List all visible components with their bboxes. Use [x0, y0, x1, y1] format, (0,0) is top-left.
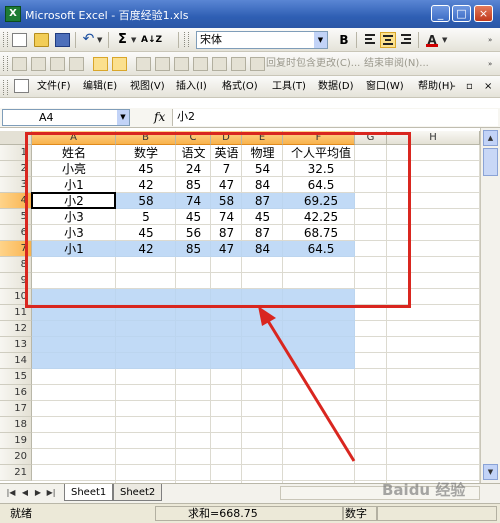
menu-file[interactable]: 文件(F)	[37, 79, 71, 95]
menu-data[interactable]: 数据(D)	[318, 79, 354, 95]
toolbar-separator	[356, 32, 357, 48]
next-sheet-icon[interactable]: ▶	[33, 487, 43, 499]
save-icon[interactable]	[55, 33, 70, 47]
toolbar-separator	[418, 32, 419, 48]
menu-bar: 文件(F) 编辑(E) 视图(V) 插入(I) 格式(O) 工具(T) 数据(D…	[0, 76, 500, 98]
status-bar: 就绪 求和=668.75 数字	[0, 503, 500, 523]
review-icon[interactable]	[50, 57, 65, 71]
toolbar-separator	[75, 32, 76, 48]
prev-sheet-icon[interactable]: ◀	[20, 487, 30, 499]
excel-icon: X	[5, 6, 21, 22]
name-box[interactable]: A4 ▼	[2, 109, 130, 126]
maximize-button[interactable]: □	[452, 5, 471, 22]
scroll-up-icon[interactable]: ▲	[483, 130, 498, 146]
vertical-scrollbar[interactable]: ▲ ▼	[480, 128, 500, 483]
undo-icon[interactable]: ↶	[81, 32, 96, 47]
menu-window[interactable]: 窗口(W)	[366, 79, 404, 95]
chevron-down-icon[interactable]: ▼	[314, 32, 327, 48]
restore-down-icon[interactable]: -	[452, 79, 456, 95]
restore-window-icon[interactable]: ▫	[466, 79, 473, 95]
menu-edit[interactable]: 编辑(E)	[83, 79, 117, 95]
reviewing-toolbar: 回复时包含更改(C)... 结束审阅(N)... »	[0, 52, 500, 76]
review-icon[interactable]	[212, 57, 227, 71]
review-icon[interactable]	[231, 57, 246, 71]
font-color-button[interactable]: A	[424, 32, 440, 48]
close-workbook-icon[interactable]: ×	[484, 79, 492, 95]
open-folder-icon[interactable]	[34, 33, 49, 47]
status-empty-panel	[377, 506, 497, 521]
window-title: Microsoft Excel - 百度经验1.xls	[25, 9, 189, 22]
menu-help[interactable]: 帮助(H)	[418, 79, 453, 95]
review-icon[interactable]	[31, 57, 46, 71]
formula-bar: A4 ▼ fx 小2	[0, 108, 500, 128]
scroll-thumb[interactable]	[483, 148, 498, 176]
scroll-down-icon[interactable]: ▼	[483, 464, 498, 480]
formula-input[interactable]: 小2	[172, 109, 498, 126]
accept-change-icon[interactable]	[112, 57, 127, 71]
toolbar-grip[interactable]	[3, 80, 8, 95]
toolbar-grip[interactable]	[184, 32, 189, 47]
status-mode: 数字	[345, 507, 367, 520]
font-name-select[interactable]: 宋体 ▼	[196, 31, 328, 49]
align-right-button[interactable]	[398, 32, 414, 48]
autosum-icon[interactable]: Σ	[115, 33, 130, 47]
review-icon[interactable]	[193, 57, 208, 71]
align-center-button[interactable]	[380, 32, 396, 48]
spreadsheet-grid[interactable]: ABCDEFGH 1 2 3 4 5 6 7 8 9 10 11 12 13 14 15 16 17 18 19 20…	[0, 128, 480, 483]
document-icon[interactable]	[14, 79, 29, 93]
review-icon[interactable]	[174, 57, 189, 71]
close-button[interactable]: ×	[474, 5, 493, 22]
menu-format[interactable]: 格式(O)	[222, 79, 258, 95]
chevron-down-icon[interactable]: ▼	[117, 110, 129, 125]
toolbar-options-icon[interactable]: »	[488, 33, 495, 47]
toolbar-grip[interactable]	[3, 56, 8, 71]
status-sum: 求和=668.75	[188, 507, 258, 520]
undo-dropdown-icon[interactable]: ▼	[97, 33, 104, 47]
autosum-dropdown-icon[interactable]: ▼	[131, 33, 138, 47]
review-icon[interactable]	[12, 57, 27, 71]
review-icon[interactable]	[155, 57, 170, 71]
review-icon[interactable]	[250, 57, 265, 71]
review-icon[interactable]	[136, 57, 151, 71]
minimize-button[interactable]: _	[431, 5, 450, 22]
insert-function-icon[interactable]: fx	[154, 110, 165, 124]
new-document-icon[interactable]	[12, 33, 27, 47]
sheet-tab-sheet2[interactable]: Sheet2	[113, 484, 163, 501]
toolbar-options-icon[interactable]: »	[488, 57, 495, 71]
menu-tools[interactable]: 工具(T)	[272, 79, 306, 95]
title-bar: X Microsoft Excel - 百度经验1.xls _ □ ×	[0, 0, 500, 28]
font-name-value: 宋体	[200, 33, 222, 46]
align-left-button[interactable]	[362, 32, 378, 48]
watermark-logo: Baidu 经验	[382, 481, 466, 499]
last-sheet-icon[interactable]: ▶|	[46, 487, 56, 499]
bold-button[interactable]: B	[336, 32, 352, 48]
review-icon[interactable]	[69, 57, 84, 71]
toolbar-separator	[178, 32, 179, 48]
toolbar-grip[interactable]	[3, 32, 8, 47]
status-ready: 就绪	[10, 507, 32, 520]
first-sheet-icon[interactable]: |◀	[6, 487, 16, 499]
annotation-arrow	[258, 306, 356, 462]
reply-with-changes-button[interactable]: 回复时包含更改(C)...	[266, 56, 360, 72]
standard-toolbar: ↶ ▼ Σ ▼ A↓Z 宋体 ▼ B A ▼ »	[0, 28, 500, 52]
toolbar-separator	[108, 32, 109, 48]
sheet-tab-sheet1[interactable]: Sheet1	[64, 484, 114, 501]
menu-insert[interactable]: 插入(I)	[176, 79, 207, 95]
menu-view[interactable]: 视图(V)	[130, 79, 165, 95]
track-changes-icon[interactable]	[93, 57, 108, 71]
name-box-value: A4	[39, 111, 54, 124]
end-review-button[interactable]: 结束审阅(N)...	[364, 56, 429, 72]
sort-ascending-icon[interactable]: A↓Z	[141, 33, 162, 47]
font-color-dropdown-icon[interactable]: ▼	[442, 33, 449, 47]
